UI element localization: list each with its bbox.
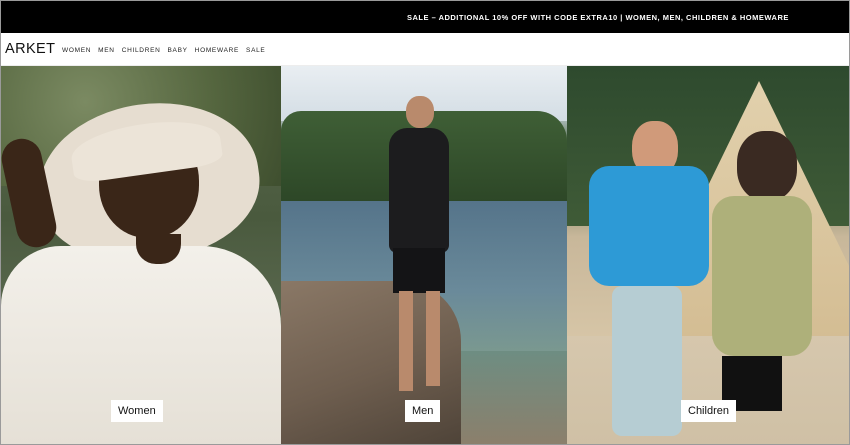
page-frame: SALE – ADDITIONAL 10% OFF WITH CODE EXTR…: [0, 0, 850, 445]
women-label[interactable]: Women: [111, 400, 163, 422]
nav-item-homeware[interactable]: HOMEWARE: [195, 47, 239, 54]
men-category-tile[interactable]: Men: [281, 66, 567, 444]
men-photo: [281, 66, 567, 444]
nav-item-children[interactable]: CHILDREN: [122, 47, 161, 54]
promo-banner[interactable]: SALE – ADDITIONAL 10% OFF WITH CODE EXTR…: [1, 1, 849, 33]
main-nav: WOMEN MEN CHILDREN BABY HOMEWARE SALE: [62, 47, 265, 54]
nav-item-baby[interactable]: BABY: [168, 47, 188, 54]
nav-item-men[interactable]: MEN: [98, 47, 115, 54]
children-photo: [567, 66, 849, 444]
brand-logo[interactable]: ARKET: [5, 41, 55, 57]
women-photo: [1, 66, 281, 444]
women-category-tile[interactable]: Women: [1, 66, 281, 444]
nav-item-sale[interactable]: SALE: [246, 47, 265, 54]
site-header: ARKET WOMEN MEN CHILDREN BABY HOMEWARE S…: [1, 33, 849, 66]
children-category-tile[interactable]: Children: [567, 66, 849, 444]
children-label[interactable]: Children: [681, 400, 736, 422]
nav-item-women[interactable]: WOMEN: [62, 47, 91, 54]
men-label[interactable]: Men: [405, 400, 441, 422]
promo-text[interactable]: SALE – ADDITIONAL 10% OFF WITH CODE EXTR…: [407, 13, 789, 22]
